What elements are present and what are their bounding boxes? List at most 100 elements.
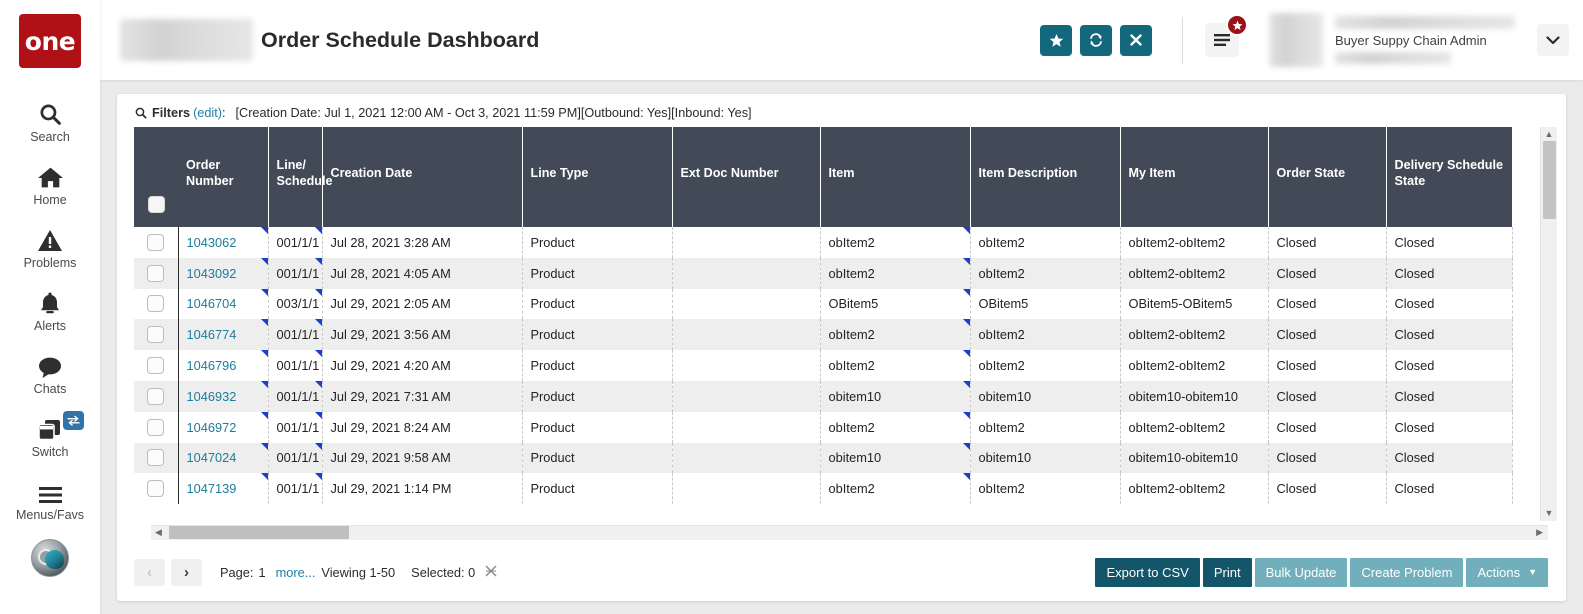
table-row[interactable]: 1046704003/1/1Jul 29, 2021 2:05 AMProduc… [134,289,1512,320]
column-header-line-schedule[interactable]: Line/Schedule [268,127,322,227]
row-checkbox[interactable] [147,326,164,343]
clear-selection-icon[interactable] [484,564,498,581]
cell-context-marker-icon[interactable] [315,258,322,265]
sidebar-item-home[interactable]: Home [0,151,100,214]
order-number-link[interactable]: 1043092 [187,266,237,281]
cell-context-marker-icon[interactable] [315,412,322,419]
one-network-logo[interactable]: one [19,14,81,68]
column-header-item-description[interactable]: Item Description [970,127,1120,227]
column-header-line-type[interactable]: Line Type [522,127,672,227]
actions-button[interactable]: Actions▼ [1466,558,1548,587]
sidebar-item-search[interactable]: Search [0,88,100,151]
cell-context-marker-icon[interactable] [963,289,970,296]
column-header-item[interactable]: Item [820,127,970,227]
row-checkbox[interactable] [147,265,164,282]
cell-context-marker-icon[interactable] [963,381,970,388]
table-row[interactable]: 1046972001/1/1Jul 29, 2021 8:24 AMProduc… [134,412,1512,443]
cell-context-marker-icon[interactable] [963,443,970,450]
sidebar-item-menus-favs[interactable]: Menus/Favs [0,466,100,529]
scroll-left-arrow[interactable]: ◀ [155,528,162,537]
column-header-order-state[interactable]: Order State [1268,127,1386,227]
previous-page-button[interactable]: ‹ [134,559,165,586]
cell-context-marker-icon[interactable] [963,227,970,234]
row-checkbox[interactable] [147,449,164,466]
cell-context-marker-icon[interactable] [315,289,322,296]
cell-context-marker-icon[interactable] [315,227,322,234]
cell-text: Closed [1277,450,1317,465]
table-row[interactable]: 1043092001/1/1Jul 28, 2021 4:05 AMProduc… [134,258,1512,289]
next-page-button[interactable]: › [171,559,202,586]
cell-context-marker-icon[interactable] [315,319,322,326]
switch-badge-button[interactable] [63,411,84,430]
export-to-csv-button[interactable]: Export to CSV [1095,558,1199,587]
user-account-area[interactable]: Buyer Suppy Chain Admin [1269,13,1583,67]
table-row[interactable]: 1047139001/1/1Jul 29, 2021 1:14 PMProduc… [134,473,1512,504]
table-row[interactable]: 1046796001/1/1Jul 29, 2021 4:20 AMProduc… [134,350,1512,381]
order-number-link[interactable]: 1046972 [187,420,237,435]
select-all-checkbox[interactable] [148,196,165,213]
cell-context-marker-icon[interactable] [261,381,268,388]
cell-context-marker-icon[interactable] [963,412,970,419]
filters-edit-link[interactable]: (edit) [193,106,222,120]
order-number-link[interactable]: 1046796 [187,358,237,373]
order-number-link[interactable]: 1046774 [187,327,237,342]
row-checkbox[interactable] [147,234,164,251]
table-row[interactable]: 1046774001/1/1Jul 29, 2021 3:56 AMProduc… [134,319,1512,350]
cell-context-marker-icon[interactable] [315,473,322,480]
cell-context-marker-icon[interactable] [963,350,970,357]
scroll-up-arrow[interactable]: ▲ [1545,130,1554,139]
column-header-ext-doc-number[interactable]: Ext Doc Number [672,127,820,227]
cell-context-marker-icon[interactable] [261,227,268,234]
sidebar-item-switch[interactable]: Switch [0,403,100,466]
cell-context-marker-icon[interactable] [315,381,322,388]
cell-context-marker-icon[interactable] [963,473,970,480]
row-checkbox[interactable] [147,295,164,312]
order-number-link[interactable]: 1046704 [187,296,237,311]
ai-assistant-avatar[interactable] [31,539,69,577]
column-header-my-item[interactable]: My Item [1120,127,1268,227]
row-checkbox[interactable] [147,357,164,374]
cell-context-marker-icon[interactable] [261,289,268,296]
order-number-link[interactable]: 1047139 [187,481,237,496]
scroll-down-arrow[interactable]: ▼ [1545,509,1554,518]
cell-context-marker-icon[interactable] [261,350,268,357]
cell-context-marker-icon[interactable] [315,443,322,450]
horizontal-scroll-thumb[interactable] [169,526,349,539]
cell-context-marker-icon[interactable] [261,443,268,450]
cell-context-marker-icon[interactable] [261,473,268,480]
order-number-link[interactable]: 1047024 [187,450,237,465]
favorite-button[interactable] [1040,25,1072,56]
vertical-scroll-thumb[interactable] [1543,141,1556,219]
scroll-right-arrow[interactable]: ▶ [1536,528,1543,537]
table-row[interactable]: 1046932001/1/1Jul 29, 2021 7:31 AMProduc… [134,381,1512,412]
create-problem-button[interactable]: Create Problem [1350,558,1463,587]
order-number-link[interactable]: 1046932 [187,389,237,404]
more-pages-link[interactable]: more... [276,565,316,580]
row-checkbox[interactable] [147,480,164,497]
horizontal-scrollbar[interactable]: ◀ ▶ [151,525,1548,540]
vertical-scrollbar[interactable]: ▲ ▼ [1540,127,1557,521]
refresh-button[interactable] [1080,25,1112,56]
table-row[interactable]: 1043062001/1/1Jul 28, 2021 3:28 AMProduc… [134,227,1512,258]
order-number-link[interactable]: 1043062 [187,235,237,250]
cell-context-marker-icon[interactable] [315,350,322,357]
header-menu-button[interactable] [1205,23,1239,57]
cell-context-marker-icon[interactable] [963,258,970,265]
row-checkbox[interactable] [147,419,164,436]
print-button[interactable]: Print [1203,558,1252,587]
cell-context-marker-icon[interactable] [261,319,268,326]
column-header-order-number[interactable]: Order Number [178,127,268,227]
user-menu-dropdown[interactable] [1537,24,1569,56]
sidebar-item-problems[interactable]: Problems [0,214,100,277]
row-checkbox[interactable] [147,388,164,405]
cell-context-marker-icon[interactable] [963,319,970,326]
column-header-delivery-schedule-state[interactable]: Delivery ScheduleState [1386,127,1512,227]
cell-context-marker-icon[interactable] [261,258,268,265]
sidebar-item-chats[interactable]: Chats [0,340,100,403]
column-header-creation-date[interactable]: Creation Date [322,127,522,227]
table-row[interactable]: 1047024001/1/1Jul 29, 2021 9:58 AMProduc… [134,443,1512,474]
close-button[interactable] [1120,25,1152,56]
cell-context-marker-icon[interactable] [261,412,268,419]
sidebar-item-alerts[interactable]: Alerts [0,277,100,340]
bulk-update-button[interactable]: Bulk Update [1255,558,1348,587]
